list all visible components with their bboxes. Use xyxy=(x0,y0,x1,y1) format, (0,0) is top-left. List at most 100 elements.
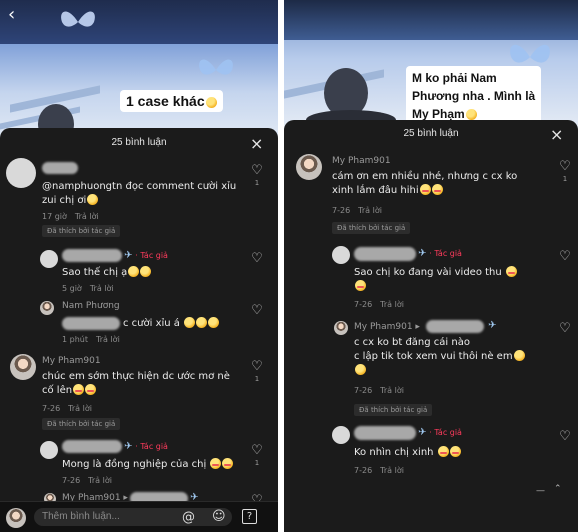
airplane-icon: ✈ xyxy=(418,427,427,438)
reply-link[interactable]: Trả lời xyxy=(96,335,120,344)
comment-input-bar: Thêm bình luận... @ ☺ ? xyxy=(0,501,278,532)
username: My Pham901 xyxy=(42,356,101,366)
comment-meta: 7-26 Trả lời xyxy=(332,206,382,215)
smiling-emoji-icon xyxy=(431,184,443,195)
like-count: 1 xyxy=(254,375,260,383)
avatar[interactable] xyxy=(40,301,54,315)
avatar[interactable] xyxy=(10,354,36,380)
comment-text: c cười xỉu á xyxy=(123,317,220,331)
video-top-shade xyxy=(284,0,578,40)
author-tag: ✈ · Tác giả xyxy=(124,441,168,452)
smiling-emoji-icon xyxy=(73,384,85,395)
reply-link[interactable]: Trả lời xyxy=(380,300,404,309)
comment-text: cám ơn em nhiều nhé, nhưng c cx ko xinh l… xyxy=(332,171,518,196)
airplane-icon: ✈ xyxy=(124,441,133,452)
butterfly-icon xyxy=(61,11,95,27)
avatar[interactable] xyxy=(40,441,58,459)
heart-icon[interactable]: ♡ xyxy=(558,322,572,335)
smiling-emoji-icon xyxy=(437,446,449,457)
heart-icon[interactable]: ♡ xyxy=(250,252,264,265)
heart-icon[interactable]: ♡ xyxy=(558,250,572,263)
smiling-emoji-icon xyxy=(449,446,461,457)
caption-text: M ko phải Nam xyxy=(412,71,497,85)
video-caption: 1 case khác xyxy=(120,90,223,112)
laughing-emoji-icon xyxy=(355,364,366,375)
smiling-emoji-icon xyxy=(505,266,517,277)
emoji-icon[interactable]: ☺ xyxy=(212,510,226,523)
comment-count-title: 25 bình luận xyxy=(111,137,167,148)
blurred-username xyxy=(354,247,416,261)
airplane-icon: ✈ xyxy=(418,248,427,259)
heart-icon[interactable]: ♡ xyxy=(250,304,264,317)
my-avatar[interactable] xyxy=(6,508,26,528)
right-screenshot: M ko phải Nam Phương nha . Mình là My Ph… xyxy=(284,0,578,532)
username: My Pham901 xyxy=(332,156,391,166)
blurred-username xyxy=(42,162,78,174)
smiling-emoji-icon xyxy=(355,280,366,291)
blurred-username xyxy=(62,440,122,453)
comment-meta: 7-26 Trả lời xyxy=(354,466,404,475)
reply-link[interactable]: Trả lời xyxy=(380,386,404,395)
laughing-emoji-icon xyxy=(513,350,525,361)
reply-link[interactable]: Trả lời xyxy=(380,466,404,475)
airplane-icon: ✈ xyxy=(488,320,497,331)
caption-text: 1 case khác xyxy=(126,93,205,109)
author-tag: ✈ · Tác giả xyxy=(418,427,462,438)
question-sticker-icon[interactable]: ? xyxy=(242,509,257,524)
like-count: 1 xyxy=(254,179,260,187)
see-no-evil-emoji-icon xyxy=(465,109,477,120)
reply-link[interactable]: Trả lời xyxy=(68,404,92,413)
laughing-emoji-icon xyxy=(205,97,217,108)
butterfly-icon xyxy=(199,59,233,75)
reply-link[interactable]: Trả lời xyxy=(75,212,99,221)
liked-by-author-badge: Đã thích bởi tác giả xyxy=(42,225,121,237)
comments-sheet: 25 bình luận × @namphuongtn đọc comment … xyxy=(0,128,278,532)
comment-text: Sao thế chị ạ xyxy=(62,266,152,280)
heart-icon[interactable]: ♡ xyxy=(558,160,572,173)
smiling-emoji-icon xyxy=(419,184,431,195)
comment-text: c cx ko bt đăng cái nào c lập tik tok xem… xyxy=(354,336,525,378)
close-icon[interactable]: × xyxy=(250,136,263,152)
heart-icon[interactable]: ♡ xyxy=(250,164,264,177)
blurred-username xyxy=(354,426,416,440)
comments-sheet: 25 bình luận × My Pham901 cám ơn em nhiề… xyxy=(284,120,578,532)
like-count: 1 xyxy=(254,459,260,467)
avatar[interactable] xyxy=(334,321,348,335)
caption-text: My Phạm xyxy=(412,107,465,121)
liked-by-author-badge: Đã thích bởi tác giả xyxy=(332,222,411,234)
reply-link[interactable]: Trả lời xyxy=(358,206,382,215)
heart-icon[interactable]: ♡ xyxy=(250,444,264,457)
comment-text: Mong là đồng nghiệp của chị xyxy=(62,458,234,472)
avatar[interactable] xyxy=(40,250,58,268)
avatar[interactable] xyxy=(6,158,36,188)
blurred-mention xyxy=(426,320,484,333)
close-icon[interactable]: × xyxy=(550,127,563,143)
laughing-emoji-icon xyxy=(87,194,99,205)
comment-text: @namphuongtn đọc comment cười xỉu zui chị… xyxy=(42,181,237,206)
smiling-emoji-icon xyxy=(222,458,234,469)
comment-meta: 7-26 Trả lời xyxy=(354,300,404,309)
heart-icon[interactable]: ♡ xyxy=(558,430,572,443)
laughing-emoji-icon xyxy=(208,317,220,328)
heart-icon[interactable]: ♡ xyxy=(250,360,264,373)
reply-link[interactable]: Trả lời xyxy=(88,476,112,485)
comment-meta: 7-26 Trả lời xyxy=(62,476,112,485)
mention-icon[interactable]: @ xyxy=(182,511,195,524)
comment-meta: 5 giờ Trả lời xyxy=(62,284,114,293)
airplane-icon: ✈ xyxy=(124,250,133,261)
laughing-emoji-icon xyxy=(184,317,196,328)
reply-link[interactable]: Trả lời xyxy=(90,284,114,293)
load-more-indicator[interactable]: — xyxy=(536,486,545,496)
liked-by-author-badge: Đã thích bởi tác giả xyxy=(42,418,121,430)
comment-input[interactable]: Thêm bình luận... xyxy=(34,508,232,526)
laughing-emoji-icon xyxy=(196,317,208,328)
author-tag: ✈ · Tác giả xyxy=(418,248,462,259)
video-top-shade xyxy=(0,0,278,44)
avatar[interactable] xyxy=(296,154,322,180)
comment-text: Sao chị ko đang vài video thu xyxy=(354,266,517,294)
avatar[interactable] xyxy=(332,426,350,444)
back-chevron-icon[interactable]: ‹ xyxy=(8,6,15,24)
avatar[interactable] xyxy=(332,246,350,264)
chevron-up-icon[interactable]: ⌃ xyxy=(554,484,562,494)
comment-meta: 1 phút Trả lời xyxy=(62,335,120,344)
